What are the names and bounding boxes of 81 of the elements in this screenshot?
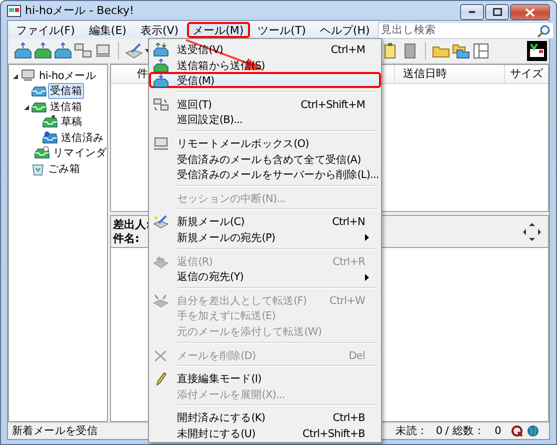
minimize-button[interactable] [460,4,484,20]
search-field[interactable]: 見出し検索 [378,22,554,38]
tray-icon [31,100,47,114]
shortcut-text: Ctrl+B [332,412,365,424]
clock-tray-icon [34,146,50,160]
status-message: 新着メールを受信 [12,424,98,438]
q-icon[interactable] [511,425,523,437]
navigation-arrows-icon[interactable] [522,222,542,242]
shortcut-text: Ctrl+Shift+M [300,98,365,111]
shortcut-text: Ctrl+R [332,256,365,268]
computers-icon [153,98,169,112]
cross-icon [153,348,169,362]
maximize-button[interactable] [485,4,509,20]
menu-item[interactable]: 開封済みにする(K) Ctrl+B [149,409,381,425]
menu-item[interactable]: 新規メール(C) Ctrl+N [149,213,381,229]
compose-icon[interactable] [125,42,143,60]
inbox-icon [153,74,169,88]
shortcut-text: Ctrl+W [328,294,365,307]
minimize-icon [469,11,475,13]
tray-icon [42,130,58,145]
folder-item[interactable]: ごみ箱 [46,160,82,177]
expand-toggle-icon[interactable] [11,72,19,80]
shortcut-text: Ctrl+N [331,216,365,228]
tray-icon [31,84,47,98]
trash-icon [31,162,45,176]
menu-item[interactable]: 受信済みのメールをサーバーから削除(L)... [149,166,381,182]
menu-item[interactable]: 送信箱から送信(S) [149,56,381,72]
column-header[interactable]: サイズ [504,65,548,83]
window-title: hi-hoメール - Becky! [25,3,135,18]
layout-icon[interactable] [472,42,490,60]
unread-count: 0 / [436,425,448,437]
folder-item[interactable]: 草稿 [59,114,84,130]
menu-item[interactable]: 直接編集モード(I) [149,370,381,386]
folder-item[interactable]: hi-hoメール [37,68,98,84]
computers-icon[interactable] [74,42,92,60]
total-count: 0 [494,425,501,437]
reply-icon [153,254,169,269]
menu-item[interactable]: 巡回(T) Ctrl+Shift+M [149,96,381,112]
globe-icon[interactable] [527,425,539,437]
folder-item[interactable]: 受信箱 [48,83,84,100]
inbox-icon[interactable] [54,42,72,60]
app-icon [7,4,21,16]
menu-title[interactable]: 編集(E) [82,22,132,38]
close-button[interactable] [510,4,550,20]
shortcut-text: Ctrl+Shift+B [301,428,365,440]
folders-icon[interactable] [452,42,470,60]
field-label: 件名: [113,232,140,246]
outbox-icon [153,58,169,73]
column-header[interactable]: 送信日時 [394,65,504,83]
menu-item[interactable]: 巡回設定(B)... [149,111,381,127]
unread-label: 未読： [396,424,428,438]
menu-item[interactable]: 受信(M) [149,72,381,88]
close-icon [525,8,535,16]
menu-title[interactable]: 表示(V) [134,22,185,38]
menu-item[interactable]: 未開封にする(U) Ctrl+Shift+B [149,424,381,440]
forward-icon [153,294,169,308]
computer-icon[interactable] [94,42,112,60]
folder-item[interactable]: リマインダ [51,145,109,162]
folder-item[interactable]: 送信済み [59,130,106,146]
menu-item[interactable]: リモートメールボックス(O) [149,134,381,151]
menu-title[interactable]: メール(M) [186,22,250,38]
computer-icon [20,69,36,82]
maximize-icon [492,8,502,16]
search-icon[interactable] [536,24,551,38]
folder-item[interactable]: 送信箱 [48,98,84,115]
menu-title[interactable]: ヘルプ(H) [314,22,376,38]
send-receive-icon[interactable] [14,42,32,60]
pencil-tray-icon [42,115,58,130]
menu-item[interactable]: 新規メールの宛先(P) [149,228,381,245]
shortcut-text: Del [348,350,365,362]
logo-icon [527,41,547,61]
menu-title[interactable]: ファイル(F) [10,22,81,38]
compose-icon [153,215,169,230]
menu-title[interactable]: ツール(T) [252,22,312,38]
outbox-icon[interactable] [34,42,52,60]
send-receive-icon [153,43,169,57]
shortcut-text: Ctrl+M [330,44,365,56]
total-label: 総数： [452,424,485,438]
menu-item[interactable]: 返信の宛先(Y) [149,268,381,284]
computer-icon [153,136,169,151]
menu-item[interactable]: 受信済みのメールも含めて全て受信(A) [149,150,381,166]
